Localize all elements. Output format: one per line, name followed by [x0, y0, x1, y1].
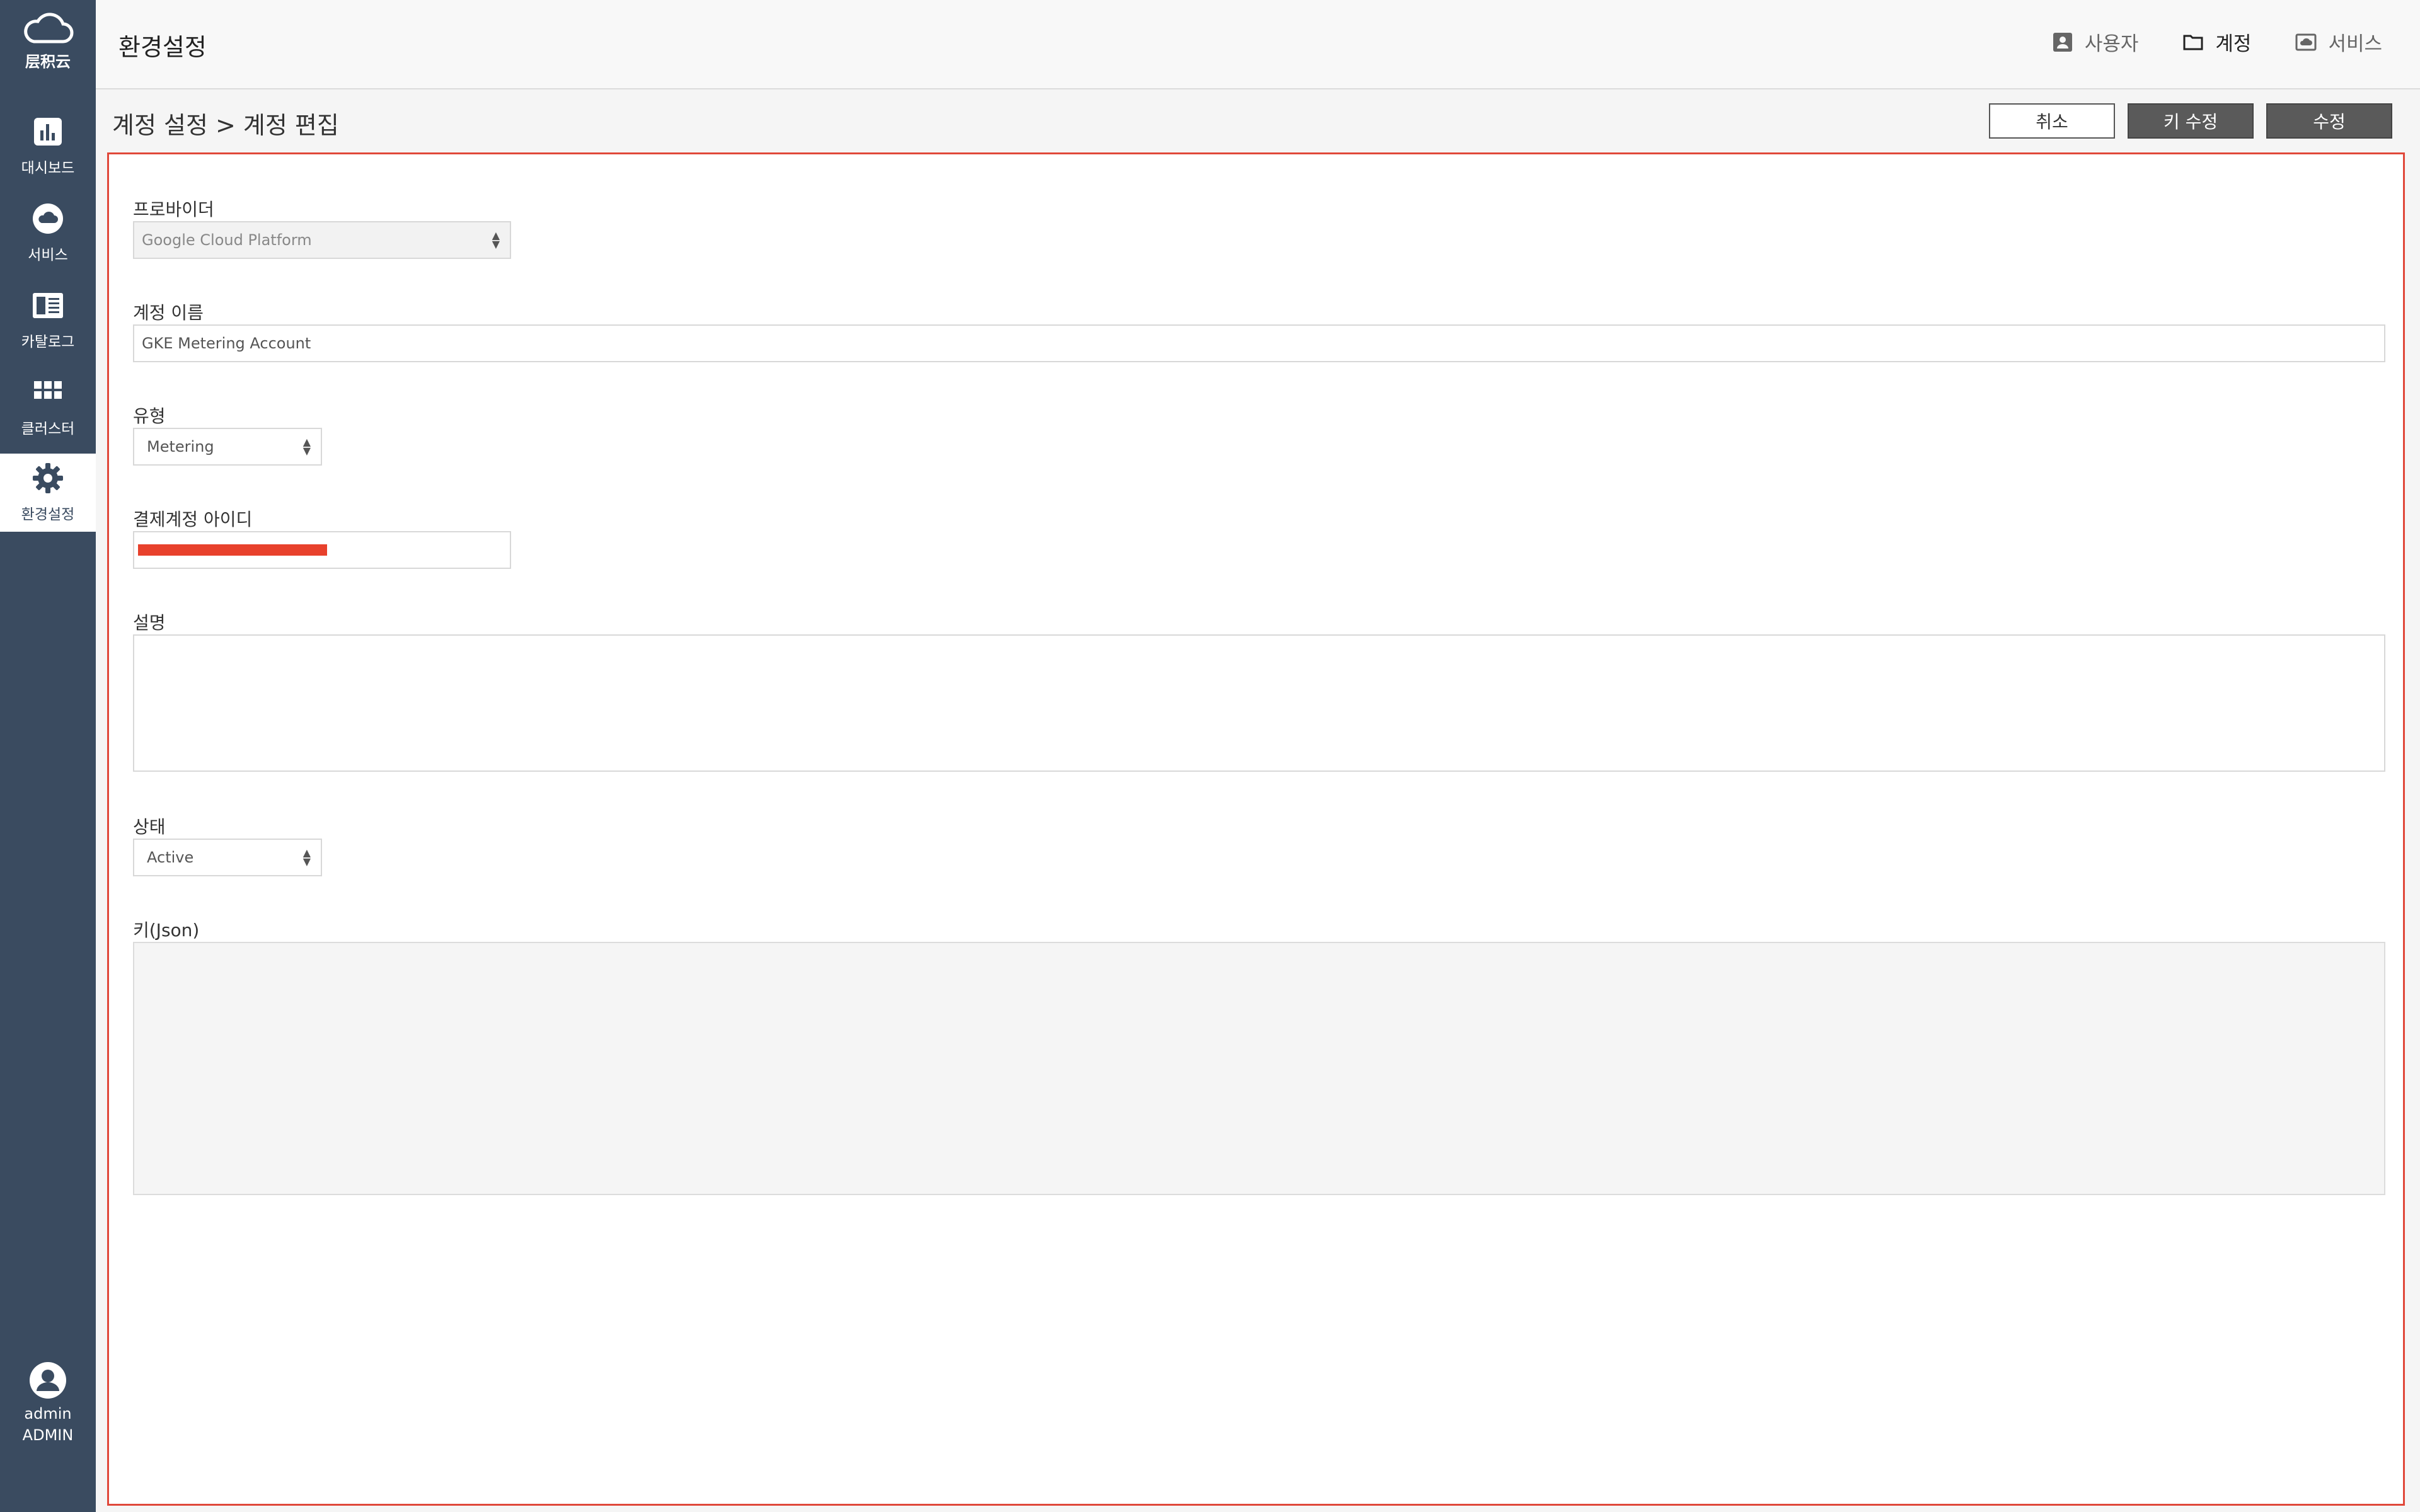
- account-name-label: 계정 이름: [133, 302, 204, 323]
- sidebar-item-label: 서비스: [28, 247, 68, 263]
- cancel-button[interactable]: 취소: [1989, 103, 2115, 139]
- logo-text: 层积云: [25, 53, 71, 71]
- sidebar-item-catalog[interactable]: 카탈로그: [0, 281, 96, 359]
- status-value: Active: [147, 849, 194, 866]
- sidebar-item-label: 카탈로그: [21, 334, 75, 350]
- top-nav-users[interactable]: 사용자: [2052, 28, 2139, 56]
- type-value: Metering: [147, 438, 214, 455]
- select-arrows-icon: ▲ ▼: [302, 436, 311, 457]
- sidebar-item-dashboard[interactable]: 대시보드: [0, 107, 96, 185]
- type-label: 유형: [133, 406, 166, 427]
- user-avatar-icon: [30, 1362, 66, 1399]
- breadcrumb: 계정 설정 > 계정 편집: [112, 112, 339, 139]
- sidebar-item-label: 환경설정: [21, 507, 75, 523]
- status-label: 상태: [133, 816, 166, 837]
- grid-icon: [34, 381, 62, 399]
- gear-icon: [33, 463, 63, 493]
- key-json-textarea[interactable]: [133, 942, 2385, 1195]
- billing-id-input[interactable]: [133, 531, 511, 569]
- sidebar-item-settings[interactable]: 환경설정: [0, 454, 96, 532]
- provider-label: 프로바이더: [133, 199, 214, 220]
- top-nav-label: 계정: [2215, 33, 2252, 55]
- key-json-label: 키(Json): [133, 920, 200, 941]
- type-select[interactable]: Metering ▲ ▼: [133, 428, 322, 466]
- description-textarea[interactable]: [133, 634, 2385, 772]
- provider-select[interactable]: Google Cloud Platform ▲ ▼: [133, 221, 511, 259]
- sidebar-item-cluster[interactable]: 클러스터: [0, 368, 96, 446]
- service-icon: [2295, 33, 2317, 50]
- sidebar: 层积云 대시보드 서비스 카탈로그 클러스터 환경설정 admin ADMIN: [0, 0, 96, 1512]
- top-bar: 환경설정 사용자 계정 서비스: [96, 0, 2420, 89]
- description-label: 설명: [133, 612, 166, 633]
- redaction-bar: [138, 544, 327, 556]
- user-name: admin: [24, 1405, 72, 1423]
- sidebar-item-label: 클러스터: [21, 421, 75, 437]
- sidebar-item-service[interactable]: 서비스: [0, 194, 96, 272]
- select-arrows-icon: ▲ ▼: [302, 847, 311, 868]
- sidebar-item-label: 대시보드: [21, 160, 75, 176]
- cloud-logo-icon: [24, 13, 74, 43]
- status-select[interactable]: Active ▲ ▼: [133, 839, 322, 876]
- page-title: 환경설정: [118, 33, 207, 61]
- billing-id-label: 결제계정 아이디: [133, 509, 253, 530]
- top-nav-label: 서비스: [2328, 33, 2382, 55]
- app-logo[interactable]: 层积云: [0, 13, 96, 82]
- folder-icon: [2183, 35, 2203, 50]
- key-edit-button[interactable]: 키 수정: [2128, 103, 2254, 139]
- account-name-input[interactable]: GKE Metering Account: [133, 324, 2385, 362]
- provider-value: Google Cloud Platform: [142, 231, 312, 249]
- account-edit-form: 프로바이더 Google Cloud Platform ▲ ▼ 계정 이름 GKE…: [107, 152, 2405, 1506]
- top-nav: 사용자 계정 서비스: [2052, 28, 2382, 56]
- top-nav-accounts[interactable]: 계정: [2182, 28, 2251, 56]
- catalog-icon: [33, 293, 63, 318]
- top-nav-services[interactable]: 서비스: [2295, 28, 2382, 56]
- cloud-icon: [33, 203, 63, 234]
- user-role: ADMIN: [22, 1426, 74, 1444]
- select-arrows-icon: ▲ ▼: [492, 229, 500, 250]
- save-button[interactable]: 수정: [2266, 103, 2392, 139]
- top-nav-label: 사용자: [2084, 33, 2139, 55]
- account-name-value: GKE Metering Account: [142, 335, 311, 352]
- bar-chart-icon: [34, 118, 62, 146]
- user-icon: [2053, 32, 2072, 52]
- user-profile[interactable]: admin ADMIN: [0, 1361, 96, 1462]
